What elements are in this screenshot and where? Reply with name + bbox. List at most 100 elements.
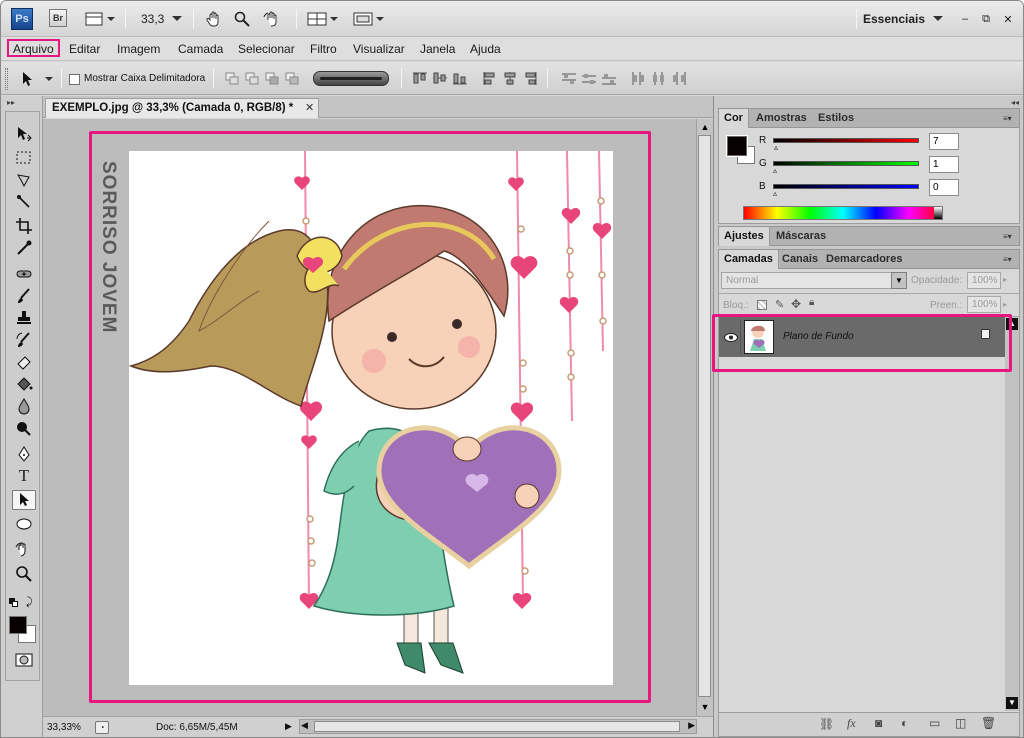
bridge-button[interactable]: Br	[49, 9, 67, 27]
rotate-view-button[interactable]	[260, 8, 284, 30]
collapse-tools-icon[interactable]: ▸▸	[7, 98, 15, 107]
eyedropper-tool-icon[interactable]	[12, 238, 36, 258]
delete-layer-icon[interactable]: 🗑︎	[981, 716, 996, 730]
channel-r-slider[interactable]	[773, 138, 919, 143]
quick-mask-icon[interactable]	[12, 650, 36, 670]
distribute-top-icon[interactable]	[561, 72, 577, 85]
slider-thumb-icon[interactable]: ▵	[773, 189, 777, 198]
align-vertical-center-icon[interactable]	[432, 72, 448, 85]
quick-selection-tool-icon[interactable]	[12, 192, 36, 212]
panel-menu-icon[interactable]: ≡▾	[1003, 255, 1015, 264]
slider-thumb-icon[interactable]: ▵	[773, 166, 777, 175]
distribute-vertical-center-icon[interactable]	[581, 72, 597, 85]
tab-cor[interactable]: Cor	[719, 109, 749, 128]
view-extras-button[interactable]	[81, 8, 119, 30]
lock-all-icon[interactable]: 🔒︎	[809, 297, 814, 308]
paint-bucket-tool-icon[interactable]	[12, 374, 36, 394]
fill-dropdown-icon[interactable]: ▸	[1003, 300, 1007, 309]
new-group-icon[interactable]: ▭	[929, 716, 940, 730]
minimize-button[interactable]: –	[957, 8, 973, 30]
scroll-up-icon[interactable]: ▲	[699, 121, 711, 133]
default-colors-icon[interactable]	[9, 598, 19, 608]
spot-healing-tool-icon[interactable]	[12, 264, 36, 284]
subtract-selection-icon[interactable]	[265, 72, 279, 85]
channel-g-slider[interactable]	[773, 161, 919, 166]
channel-b-value[interactable]: 0	[929, 179, 959, 196]
align-bottom-icon[interactable]	[452, 72, 468, 85]
distribute-left-icon[interactable]	[631, 72, 647, 85]
layer-style-icon[interactable]: fx	[847, 716, 856, 731]
align-horizontal-center-icon[interactable]	[502, 72, 518, 85]
status-info-icon[interactable]: ◔	[95, 721, 109, 734]
screen-mode-button[interactable]	[351, 8, 387, 30]
slider-thumb-icon[interactable]: ▵	[774, 143, 778, 152]
channel-g-value[interactable]: 1	[929, 156, 959, 173]
history-brush-tool-icon[interactable]	[12, 330, 36, 350]
scroll-thumb[interactable]	[698, 135, 711, 697]
marquee-tool-icon[interactable]	[12, 148, 36, 168]
blend-mode-dropdown-icon[interactable]: ▼	[891, 272, 907, 289]
lock-pixels-icon[interactable]: ✎	[775, 298, 784, 311]
workspace-switcher[interactable]: Essenciais	[863, 8, 947, 30]
menu-janela[interactable]: Janela	[416, 40, 459, 58]
tool-preset-picker[interactable]	[19, 70, 57, 88]
swap-colors-icon[interactable]: ⤸	[26, 596, 33, 609]
scroll-left-icon[interactable]: ◀	[301, 720, 308, 731]
tab-ajustes[interactable]: Ajustes	[719, 227, 770, 246]
status-menu-arrow-icon[interactable]: ▶	[285, 721, 292, 732]
ellipse-shape-tool-icon[interactable]	[12, 514, 36, 534]
blur-tool-icon[interactable]	[12, 396, 36, 416]
add-mask-icon[interactable]: ◙	[875, 716, 882, 730]
channel-r-value[interactable]: 7	[929, 133, 959, 150]
canvas-vertical-scrollbar[interactable]: ▲ ▼	[696, 119, 713, 716]
dodge-tool-icon[interactable]	[12, 418, 36, 438]
menu-imagem[interactable]: Imagem	[113, 40, 164, 58]
intersect-selection-icon[interactable]	[285, 72, 299, 85]
clone-stamp-tool-icon[interactable]	[12, 308, 36, 328]
type-tool-icon[interactable]: T	[12, 466, 36, 486]
opacity-dropdown-icon[interactable]: ▸	[1003, 275, 1007, 284]
menu-selecionar[interactable]: Selecionar	[234, 40, 299, 58]
close-document-icon[interactable]: ✕	[305, 101, 314, 114]
3d-rotate-tool-icon[interactable]	[12, 540, 36, 560]
brush-tool-icon[interactable]	[12, 286, 36, 306]
canvas-horizontal-scrollbar[interactable]: ◀ ▶	[299, 719, 697, 734]
tab-estilos[interactable]: Estilos	[813, 109, 859, 128]
menu-ajuda[interactable]: Ajuda	[466, 40, 505, 58]
layers-scrollbar[interactable]: ▲ ▼	[1005, 317, 1019, 711]
path-selection-tool-icon[interactable]	[12, 490, 36, 510]
tab-mascaras[interactable]: Máscaras	[771, 227, 831, 246]
zoom-tool-button[interactable]	[231, 8, 253, 30]
arrange-documents-button[interactable]	[305, 8, 341, 30]
align-left-icon[interactable]	[482, 72, 498, 85]
hand-tool-button[interactable]	[203, 8, 225, 30]
show-bounding-box-checkbox[interactable]	[69, 74, 80, 85]
scroll-right-icon[interactable]: ▶	[688, 720, 695, 731]
status-zoom[interactable]: 33,33%	[47, 722, 81, 733]
color-spectrum-bar[interactable]	[743, 206, 943, 220]
tab-demarcadores[interactable]: Demarcadores	[821, 250, 907, 269]
channel-b-slider[interactable]	[773, 184, 919, 189]
panel-menu-icon[interactable]: ≡▾	[1003, 114, 1015, 123]
menu-filtro[interactable]: Filtro	[306, 40, 341, 58]
pen-tool-icon[interactable]	[12, 444, 36, 464]
panel-menu-icon[interactable]: ≡▾	[1003, 232, 1015, 241]
refine-edge-button[interactable]	[313, 71, 389, 86]
new-layer-icon[interactable]: ◫	[955, 716, 966, 730]
lock-position-icon[interactable]: ✥	[791, 297, 801, 311]
zoom-tool-icon[interactable]	[12, 564, 36, 584]
opacity-input[interactable]: 100%	[967, 272, 1001, 289]
tab-camadas[interactable]: Camadas	[719, 250, 779, 269]
distribute-bottom-icon[interactable]	[601, 72, 617, 85]
distribute-horizontal-center-icon[interactable]	[651, 72, 667, 85]
restore-button[interactable]: ⧉	[978, 8, 994, 30]
collapse-panels-icon[interactable]: ◂◂	[1011, 98, 1019, 107]
scroll-down-icon[interactable]: ▼	[699, 701, 711, 713]
fill-input[interactable]: 100%	[967, 296, 1001, 313]
tab-canais[interactable]: Canais	[777, 250, 823, 269]
adjustment-layer-icon[interactable]: ◐	[901, 716, 908, 730]
align-top-icon[interactable]	[412, 72, 428, 85]
new-selection-icon[interactable]	[225, 72, 239, 85]
close-button[interactable]: ✕	[1000, 8, 1016, 30]
scroll-thumb[interactable]	[314, 721, 680, 732]
